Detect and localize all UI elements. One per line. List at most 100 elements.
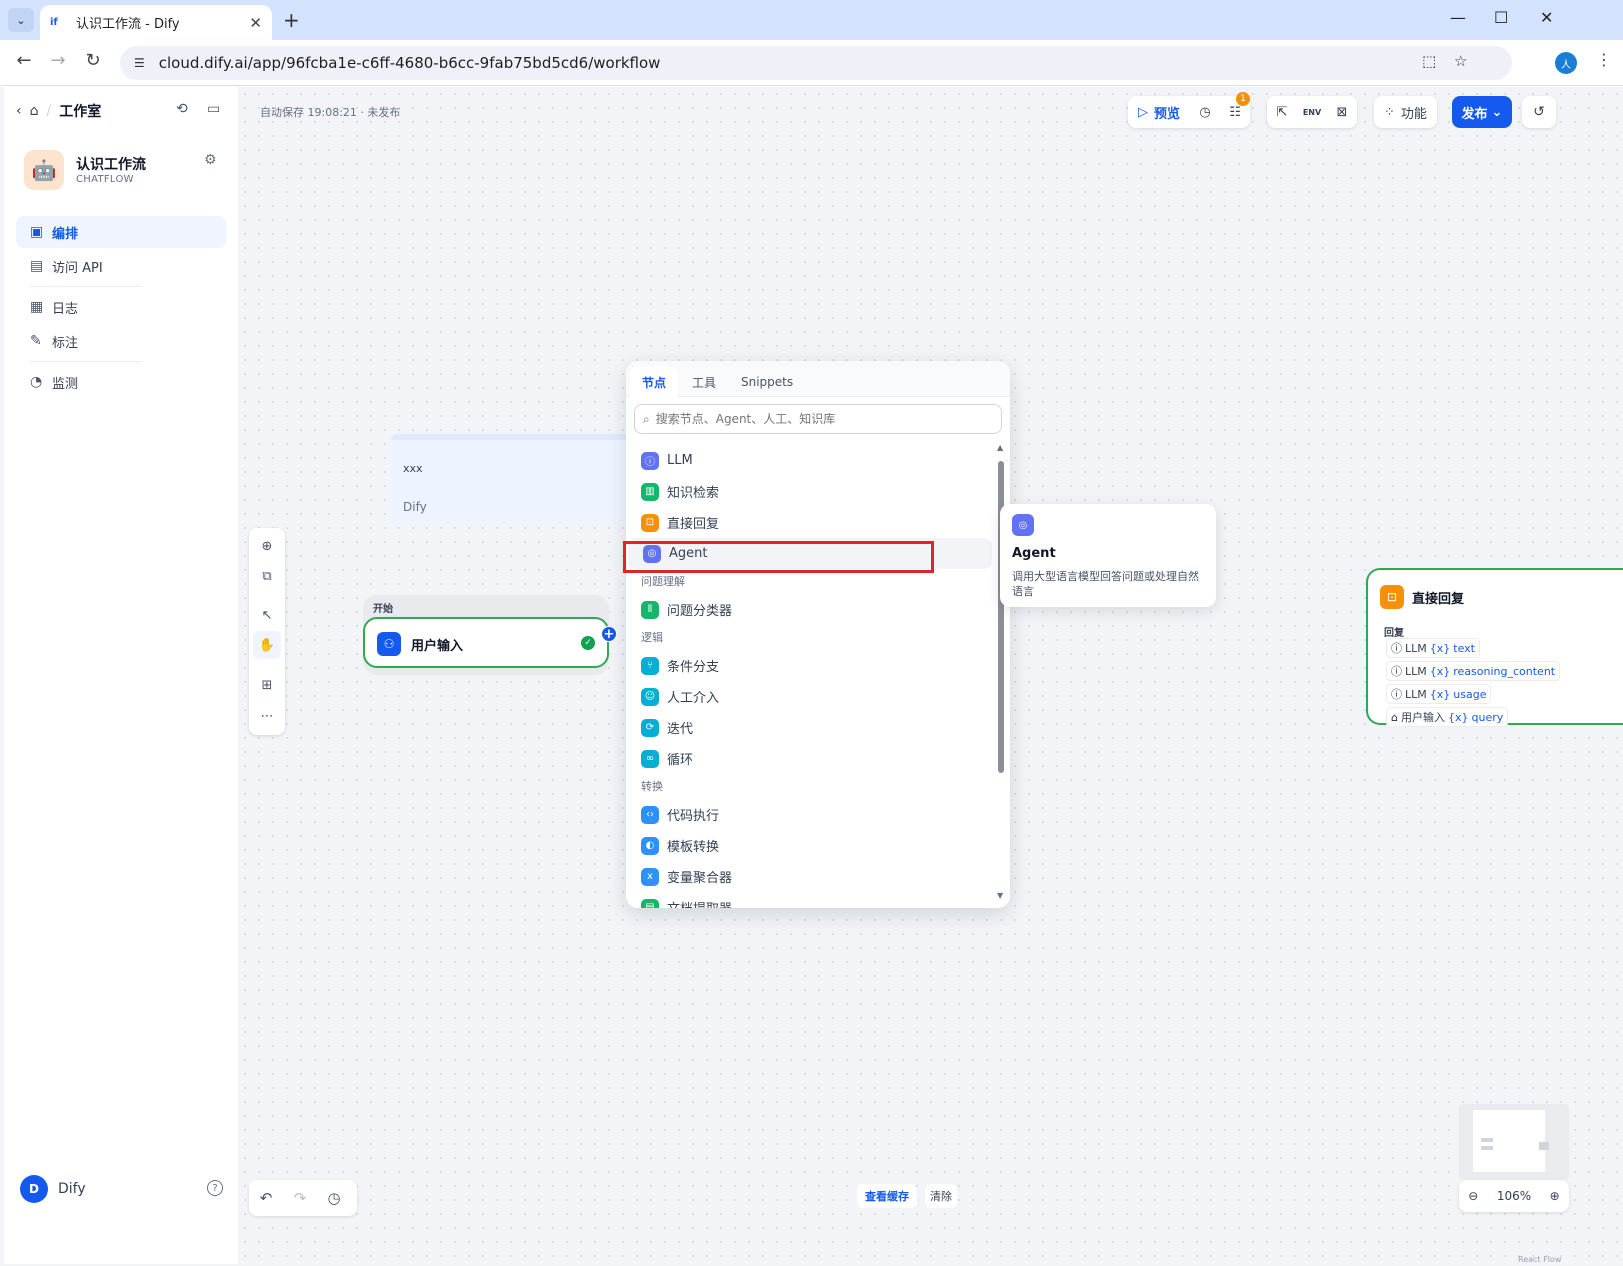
classifier-icon: ⫴	[641, 600, 659, 619]
redo-icon[interactable]: ↷	[283, 1189, 317, 1207]
conversation-vars-icon[interactable]: ⇱	[1267, 96, 1297, 128]
publish-button[interactable]: 发布 ⌄	[1452, 96, 1512, 128]
history-icon[interactable]: ◷	[317, 1189, 351, 1207]
preview-button[interactable]: ▷ 预览	[1128, 96, 1190, 128]
app-settings-icon[interactable]: ⚙	[204, 152, 217, 168]
breadcrumb: ‹ ⌂ / 工作室	[16, 101, 102, 121]
site-info-icon[interactable]: ☰	[134, 56, 145, 70]
features-button[interactable]: ⁘ 功能	[1374, 96, 1437, 128]
home-icon[interactable]: ⌂	[30, 103, 39, 119]
sync-icon[interactable]: ⟲	[176, 101, 188, 117]
gauge-icon: ◔	[30, 374, 43, 390]
undo-icon[interactable]: ↶	[249, 1189, 283, 1207]
node-item-human-input[interactable]: ☺ 人工介入	[626, 681, 996, 712]
add-node-icon[interactable]: ⊕	[249, 532, 285, 560]
minimize-icon[interactable]: —	[1450, 8, 1466, 27]
node-item-loop[interactable]: ∞ 循环	[626, 743, 996, 774]
run-history-icon[interactable]: ◷	[1190, 96, 1220, 128]
back-icon[interactable]: ←	[12, 50, 36, 71]
global-vars-icon[interactable]: ⊠	[1327, 96, 1357, 128]
reply-section-label: 回复	[1384, 628, 1404, 639]
user-menu[interactable]: D Dify	[20, 1175, 86, 1203]
tab-tools[interactable]: 工具	[680, 367, 728, 397]
reload-icon[interactable]: ↻	[81, 50, 105, 71]
search-icon: ⌕	[643, 411, 650, 426]
user-name: Dify	[58, 1181, 86, 1197]
browser-tab[interactable]: if 认识工作流 - Dify ✕	[40, 5, 272, 40]
node-item-knowledge-retrieval[interactable]: ▥ 知识检索	[626, 476, 996, 507]
profile-avatar[interactable]: 人	[1555, 52, 1577, 74]
tab-title: 认识工作流 - Dify	[76, 17, 180, 32]
collapse-sidebar-icon[interactable]: ▭	[207, 101, 220, 117]
sidebar-item-logs[interactable]: ▦ 日志	[16, 291, 226, 323]
sidebar: ‹ ⌂ / 工作室 ⟲ ▭ 🤖 认识工作流 CHATFLOW ⚙ ▣ 编排 ▤ …	[4, 87, 238, 1264]
zoom-in-icon[interactable]: ⊕	[1550, 1189, 1560, 1203]
tab-nodes[interactable]: 节点	[630, 367, 679, 397]
forward-icon[interactable]: →	[46, 50, 70, 71]
install-app-icon[interactable]: ⬚	[1422, 52, 1436, 70]
tab-snippets[interactable]: Snippets	[729, 367, 805, 397]
checklist-icon[interactable]: ☷ 1	[1220, 92, 1251, 128]
node-item-llm[interactable]: ⓘ LLM	[626, 445, 996, 476]
add-next-node-icon[interactable]: +	[601, 626, 617, 642]
node-item-direct-reply[interactable]: ⊡ 直接回复	[626, 507, 996, 538]
divider	[30, 286, 142, 287]
node-item-code[interactable]: ‹› 代码执行	[626, 799, 996, 830]
breadcrumb-studio[interactable]: 工作室	[59, 101, 101, 121]
env-vars-icon[interactable]: ENV	[1297, 96, 1327, 128]
chevron-left-icon[interactable]: ‹	[16, 103, 22, 119]
node-item-if-else[interactable]: ⑂ 条件分支	[626, 650, 996, 681]
zoom-level[interactable]: 106%	[1497, 1189, 1531, 1203]
more-icon[interactable]: ⋯	[249, 702, 285, 730]
layout-icon: ▣	[30, 224, 44, 240]
scroll-up-icon[interactable]: ▲	[997, 443, 1003, 452]
version-history-icon[interactable]: ↺	[1522, 96, 1556, 128]
zoom-out-icon[interactable]: ⊖	[1468, 1189, 1478, 1203]
workflow-canvas[interactable]: 自动保存 19:08:21 · 未发布 ▷ 预览 ◷ ☷ 1 ⇱ ENV ⊠ ⁘ …	[238, 87, 1623, 1264]
terminal-icon: ▤	[30, 258, 44, 274]
node-item-variable-aggregator[interactable]: x 变量聚合器	[626, 861, 996, 892]
new-tab-icon[interactable]: +	[283, 8, 300, 32]
browser-menu-icon[interactable]: ⋮	[1596, 50, 1612, 69]
minimap[interactable]	[1459, 1104, 1569, 1180]
react-flow-attribution[interactable]: React Flow	[1518, 1255, 1561, 1264]
home-icon: ⌂	[1391, 710, 1398, 724]
help-icon[interactable]: ?	[207, 1180, 223, 1196]
note-node[interactable]: xxx Dify	[391, 434, 631, 524]
hand-icon[interactable]: ✋	[253, 631, 281, 659]
close-tab-icon[interactable]: ✕	[249, 14, 262, 32]
user-input-icon: ⚇	[377, 632, 401, 656]
reply-vars: ⓘ LLM {x} text ⓘ LLM {x} reasoning_content ⓘ LL…	[1386, 638, 1561, 730]
sidebar-item-monitor[interactable]: ◔ 监测	[16, 366, 226, 398]
pointer-icon[interactable]: ↖	[249, 601, 285, 629]
autosave-status: 自动保存 19:08:21 · 未发布	[260, 106, 401, 119]
node-item-iteration[interactable]: ⟳ 迭代	[626, 712, 996, 743]
url-field[interactable]: ☰ cloud.dify.ai/app/96fcba1e-c6ff-4680-b…	[120, 46, 1512, 80]
start-node[interactable]: ⚇ 用户输入 ✓	[363, 617, 609, 668]
window-close-icon[interactable]: ✕	[1540, 8, 1553, 27]
add-note-icon[interactable]: ⧉	[249, 562, 285, 590]
node-search[interactable]: ⌕	[634, 404, 1002, 434]
clear-button[interactable]: 清除	[925, 1184, 957, 1208]
features-label: 功能	[1400, 106, 1427, 122]
bookmark-star-icon[interactable]: ☆	[1454, 52, 1467, 70]
sidebar-item-annotations[interactable]: ✎ 标注	[16, 325, 226, 357]
node-item-doc-extractor[interactable]: ▤文档提取器	[626, 892, 996, 908]
organize-icon[interactable]: ⊞	[249, 671, 285, 699]
direct-reply-node[interactable]: ⊡ 直接回复 回复 ⓘ LLM {x} text ⓘ LLM {x} reasoning_c…	[1366, 568, 1623, 727]
sidebar-item-orchestrate[interactable]: ▣ 编排	[16, 216, 226, 248]
tab-search-button[interactable]: ⌄	[8, 8, 34, 32]
scroll-down-icon[interactable]: ▼	[997, 891, 1003, 900]
node-list: ⓘ LLM ▥ 知识检索 ⊡ 直接回复 ◎ Agent 问题理解 ⫴ 问题分类器 逻辑 ⑂…	[626, 445, 996, 908]
llm-icon: ⓘ	[1391, 665, 1402, 678]
var-chip: ⌂ 用户输入 {x} query	[1386, 707, 1509, 727]
node-search-input[interactable]	[655, 412, 976, 426]
view-cache-button[interactable]: 查看缓存	[857, 1184, 917, 1208]
app-card[interactable]: 🤖 认识工作流 CHATFLOW ⚙	[24, 150, 224, 194]
dify-app: ‹ ⌂ / 工作室 ⟲ ▭ 🤖 认识工作流 CHATFLOW ⚙ ▣ 编排 ▤ …	[0, 87, 1623, 1266]
node-item-question-classifier[interactable]: ⫴ 问题分类器	[626, 594, 996, 625]
group-transform: 转换	[641, 780, 663, 793]
sidebar-item-api[interactable]: ▤ 访问 API	[16, 250, 226, 282]
maximize-icon[interactable]: ☐	[1494, 8, 1508, 27]
node-item-template[interactable]: ◐ 模板转换	[626, 830, 996, 861]
